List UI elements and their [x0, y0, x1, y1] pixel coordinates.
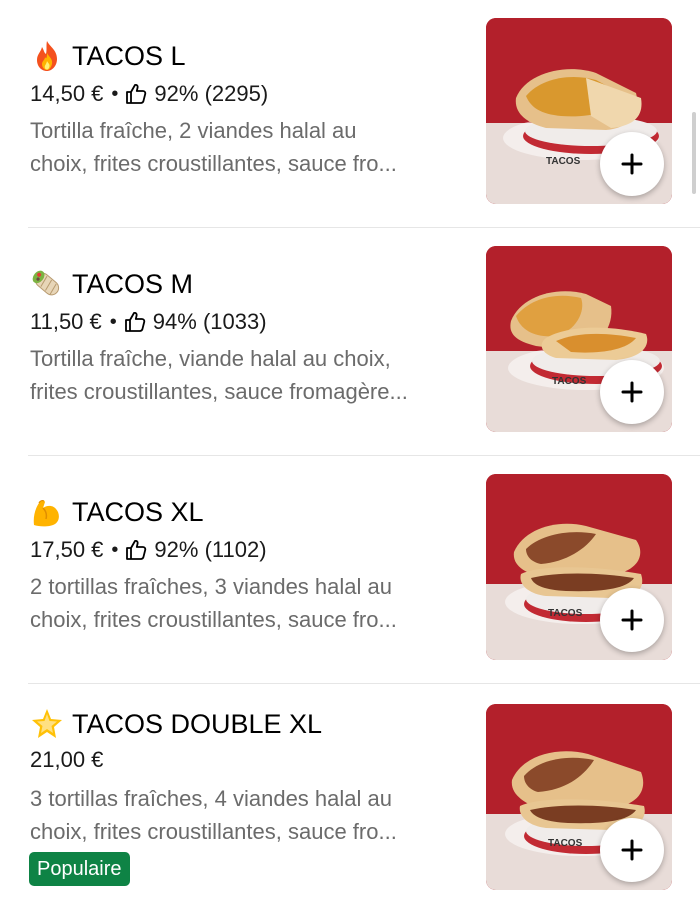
fire-icon	[30, 39, 64, 73]
add-to-cart-button[interactable]	[600, 360, 664, 424]
plus-icon	[621, 839, 643, 861]
description-line: Tortilla fraîche, 2 viandes halal au	[30, 118, 357, 143]
item-price: 17,50 €	[30, 537, 104, 562]
item-meta: 11,50 € • 94% (1033)	[30, 306, 267, 338]
item-meta: 14,50 € • 92% (2295)	[30, 78, 268, 110]
description-line: choix, frites croustillantes, sauce fro.…	[30, 607, 397, 632]
add-to-cart-button[interactable]	[600, 588, 664, 652]
item-rating: 92% (1102)	[154, 537, 267, 562]
image-label: TACOS	[552, 376, 587, 387]
meta-separator: •	[111, 538, 119, 561]
menu-item-tacos-l[interactable]: TACOS L 14,50 € • 92% (2295) Tortilla fr…	[0, 0, 700, 228]
image-label: TACOS	[548, 838, 583, 849]
plus-icon	[621, 153, 643, 175]
item-name: TACOS L	[72, 41, 186, 71]
description-line: choix, frites croustillantes, sauce fro.…	[30, 819, 397, 844]
item-meta: 21,00 €	[30, 744, 103, 776]
description-line: 2 tortillas fraîches, 3 viandes halal au	[30, 574, 392, 599]
description-line: choix, frites croustillantes, sauce fro.…	[30, 151, 397, 176]
description-line: 3 tortillas fraîches, 4 viandes halal au	[30, 786, 392, 811]
item-description: Tortilla fraîche, viande halal au choix,…	[30, 342, 460, 408]
item-description: 2 tortillas fraîches, 3 viandes halal au…	[30, 570, 460, 636]
add-to-cart-button[interactable]	[600, 132, 664, 196]
item-rating: 94% (1033)	[152, 309, 267, 334]
thumbs-up-icon	[124, 538, 148, 562]
item-price: 11,50 €	[30, 309, 102, 334]
meta-separator: •	[111, 82, 119, 105]
item-description: 3 tortillas fraîches, 4 viandes halal au…	[30, 782, 460, 848]
description-line: frites croustillantes, sauce fromagère..…	[30, 379, 408, 404]
item-name: TACOS M	[72, 269, 193, 299]
menu-item-tacos-m[interactable]: TACOS M 11,50 € • 94% (1033) Tortilla fr…	[0, 228, 700, 456]
image-label: TACOS	[548, 608, 583, 619]
menu-item-list: TACOS L 14,50 € • 92% (2295) Tortilla fr…	[0, 0, 700, 900]
plus-icon	[621, 609, 643, 631]
glowing-star-icon	[30, 707, 64, 741]
item-price: 21,00 €	[30, 747, 104, 772]
menu-item-tacos-xl[interactable]: TACOS XL 17,50 € • 92% (1102) 2 tortilla…	[0, 456, 700, 684]
popular-badge: Populaire	[29, 852, 130, 886]
plus-icon	[621, 381, 643, 403]
item-title: TACOS DOUBLE XL	[30, 706, 322, 742]
item-description: Tortilla fraîche, 2 viandes halal au cho…	[30, 114, 460, 180]
item-name: TACOS XL	[72, 497, 204, 527]
item-title: TACOS L	[30, 38, 186, 74]
scrollbar[interactable]	[692, 112, 696, 194]
item-name: TACOS DOUBLE XL	[72, 709, 323, 739]
item-title: TACOS M	[30, 266, 193, 302]
item-rating: 92% (2295)	[154, 81, 269, 106]
description-line: Tortilla fraîche, viande halal au choix,	[30, 346, 391, 371]
add-to-cart-button[interactable]	[600, 818, 664, 882]
item-title: TACOS XL	[30, 494, 204, 530]
thumbs-up-icon	[123, 310, 147, 334]
image-label: TACOS	[546, 156, 581, 167]
meta-separator: •	[109, 310, 117, 333]
thumbs-up-icon	[124, 82, 148, 106]
flexed-biceps-icon	[30, 495, 64, 529]
item-price: 14,50 €	[30, 81, 104, 106]
item-meta: 17,50 € • 92% (1102)	[30, 534, 267, 566]
burrito-icon	[30, 267, 64, 301]
